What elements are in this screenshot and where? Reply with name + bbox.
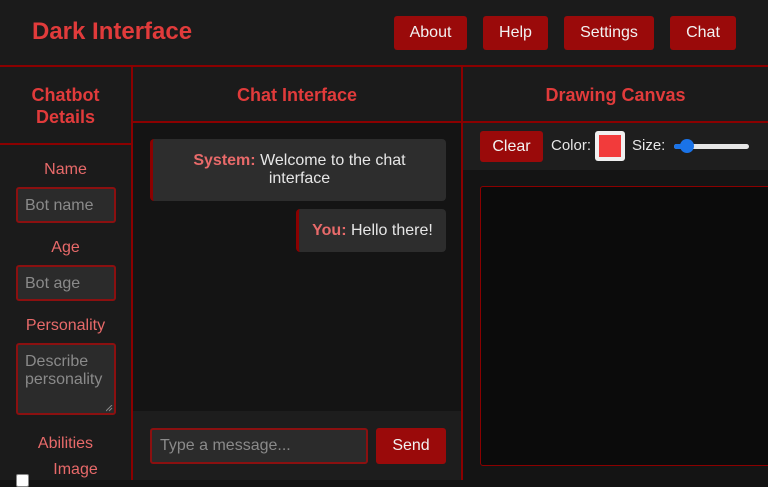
resize-grip-icon[interactable] xyxy=(106,405,113,412)
personality-label: Personality xyxy=(25,317,106,334)
top-nav-bar: Dark Interface About Help Settings Chat xyxy=(0,0,768,67)
chat-panel: Chat Interface System: Welcome to the ch… xyxy=(133,67,463,480)
drawing-panel: Drawing Canvas Clear Color: Size: xyxy=(463,67,768,480)
age-label: Age xyxy=(51,239,80,256)
drawing-toolbar: Clear Color: Size: xyxy=(463,123,768,170)
drawing-canvas[interactable] xyxy=(480,186,768,466)
system-text-line1: Welcome to the chat xyxy=(260,152,406,169)
chat-header: Chat Interface xyxy=(133,67,461,123)
drawing-title: Drawing Canvas xyxy=(545,85,686,105)
nav-about-button[interactable]: About xyxy=(394,16,467,50)
personality-placeholder-line1: Describe xyxy=(25,353,89,370)
clear-button[interactable]: Clear xyxy=(480,131,543,162)
compose-bar: Type a message... Send xyxy=(133,411,461,480)
brand-title: Dark Interface xyxy=(32,18,193,45)
message-input[interactable]: Type a message... xyxy=(150,428,368,464)
system-text-line2: interface xyxy=(268,170,331,187)
color-label: Color: xyxy=(551,137,592,154)
color-swatch xyxy=(599,135,621,157)
chatbot-details-panel: Chatbot Details Name Bot name Age Bot ag… xyxy=(0,67,133,487)
user-sender: You: xyxy=(312,222,347,239)
nav-help-button[interactable]: Help xyxy=(483,16,548,50)
color-picker[interactable] xyxy=(595,131,625,161)
nav-chat-button[interactable]: Chat xyxy=(670,16,736,50)
personality-placeholder-line2: personality xyxy=(25,371,103,388)
user-message: You: Hello there! xyxy=(296,209,446,252)
system-message: System: Welcome to the chat interface xyxy=(150,139,446,201)
name-label: Name xyxy=(44,161,87,178)
panel-title-line2: Details xyxy=(35,107,96,127)
bot-name-input[interactable]: Bot name xyxy=(16,187,116,223)
nav-settings-button[interactable]: Settings xyxy=(564,16,654,50)
system-sender: System: xyxy=(193,152,256,169)
drawing-header: Drawing Canvas xyxy=(463,67,768,123)
chatbot-details-header: Chatbot Details xyxy=(0,67,131,145)
size-slider-thumb[interactable] xyxy=(680,139,694,153)
user-text: Hello there! xyxy=(350,222,433,239)
personality-textarea[interactable]: Describe personality xyxy=(16,343,116,415)
send-button[interactable]: Send xyxy=(376,428,446,464)
abilities-label: Abilities xyxy=(37,435,94,452)
size-label: Size: xyxy=(632,137,666,154)
bot-age-input[interactable]: Bot age xyxy=(16,265,116,301)
ability-image-label: Image xyxy=(53,461,98,478)
panel-title-line1: Chatbot xyxy=(31,85,100,105)
chat-title: Chat Interface xyxy=(236,85,358,105)
